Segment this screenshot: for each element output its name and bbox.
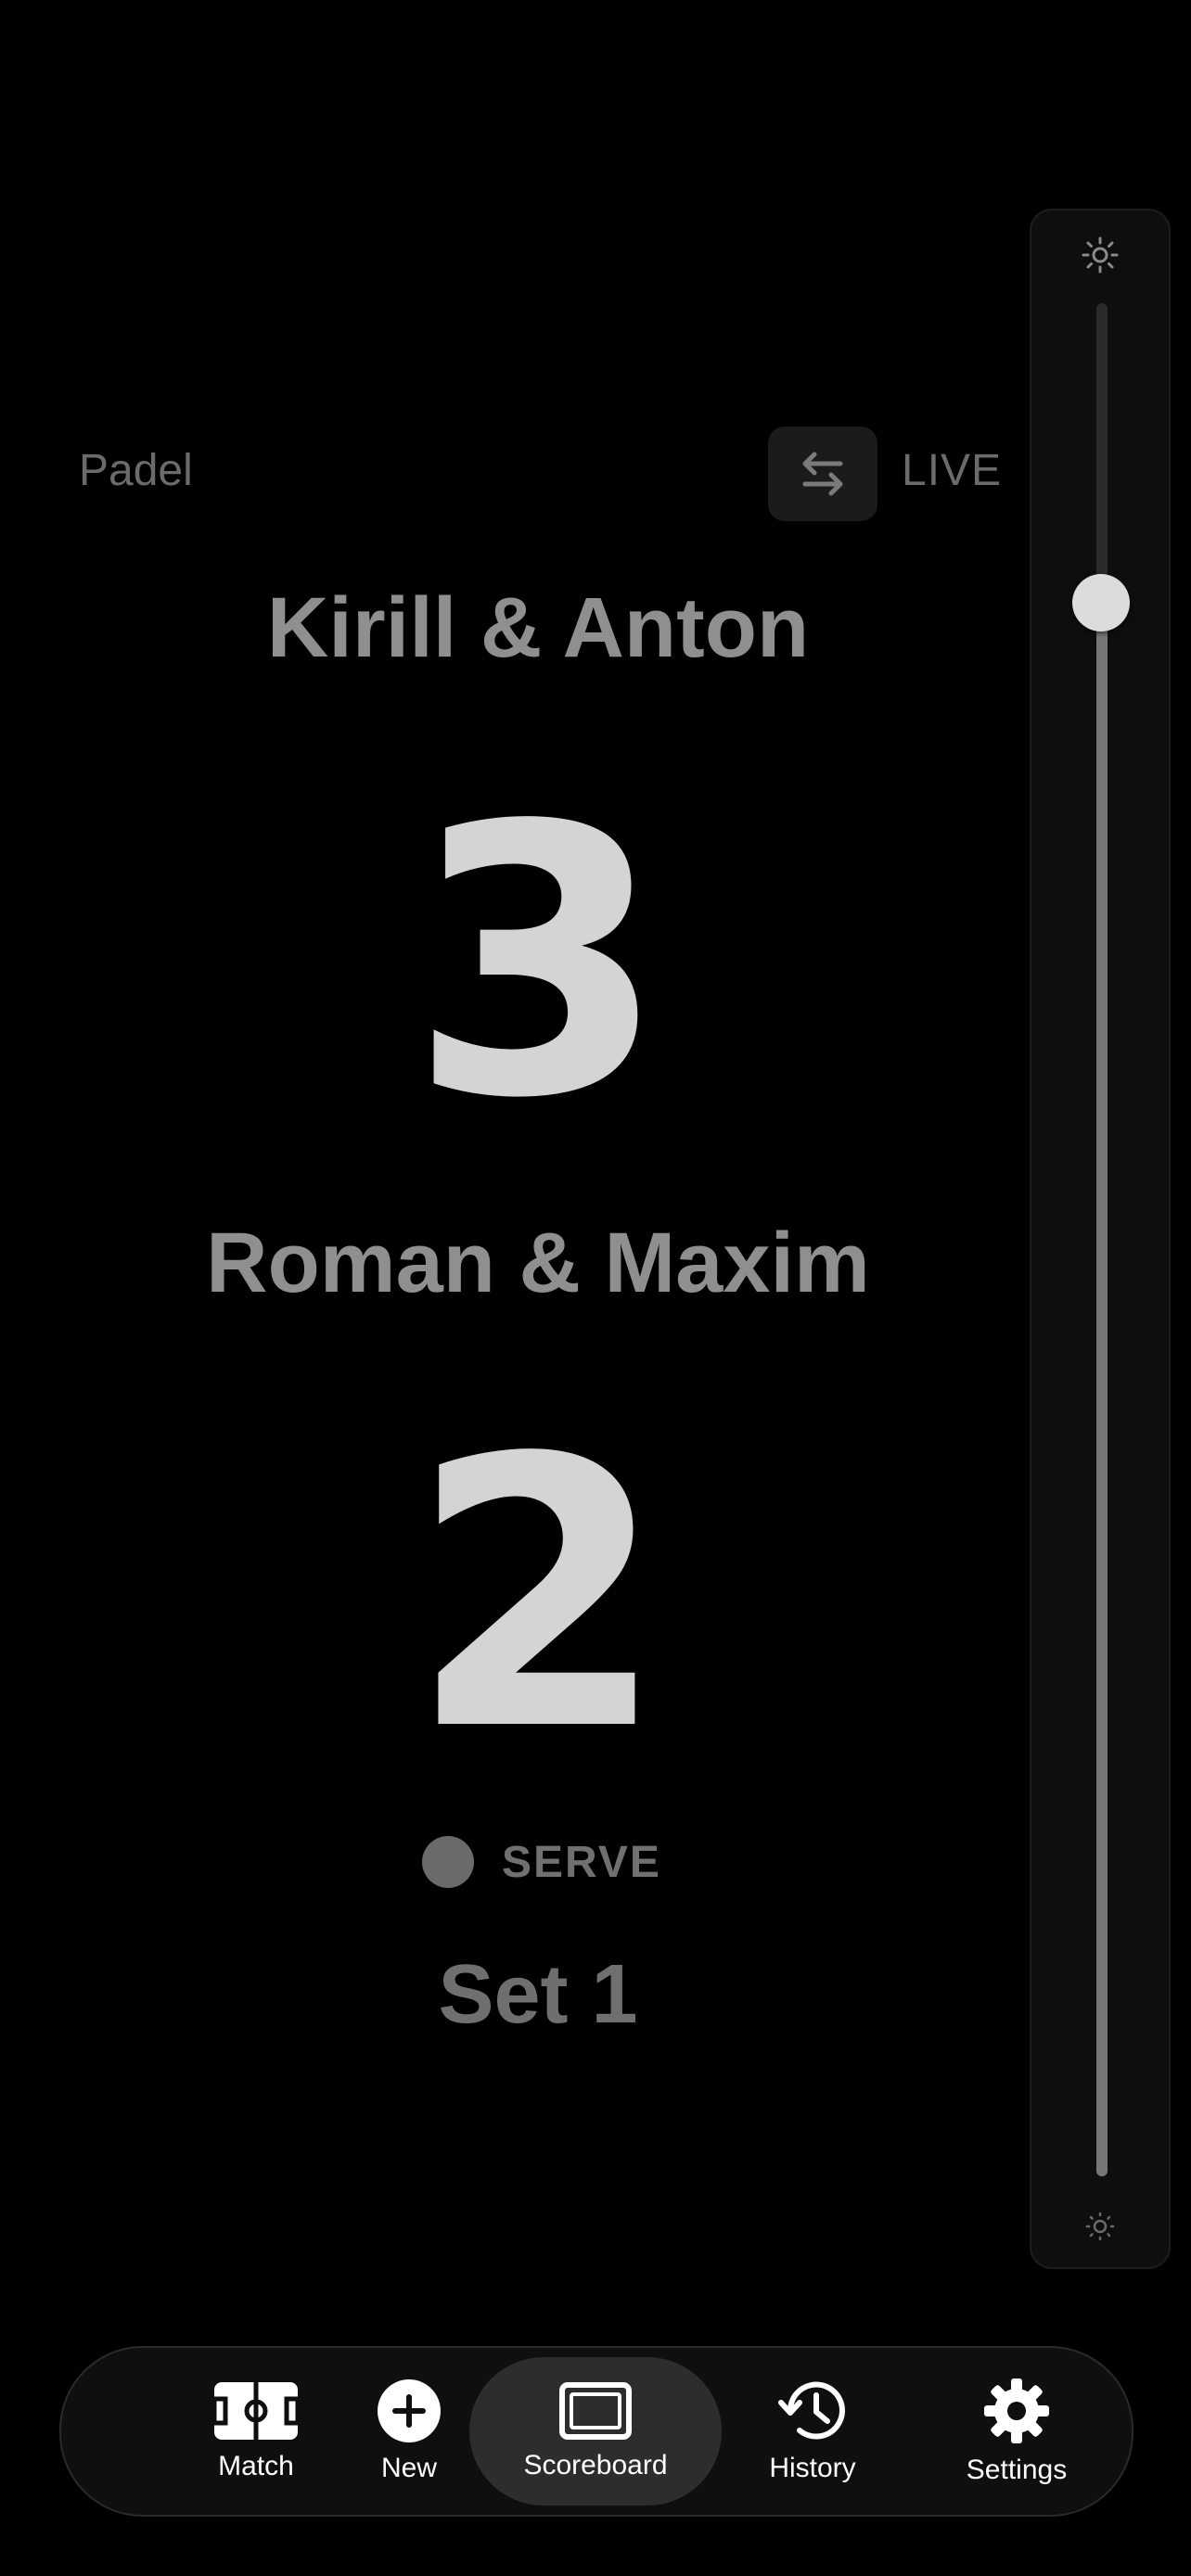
- serve-dot-icon: [422, 1836, 474, 1888]
- scoreboard-view: Padel LIVE Kirill & Anton 3 Roman & Maxi…: [0, 0, 1030, 2318]
- swap-arrows-icon: [802, 452, 843, 496]
- scoreboard-icon: [559, 2382, 632, 2440]
- history-icon: [778, 2381, 845, 2440]
- team-b-name: Roman & Maxim: [206, 1216, 870, 1310]
- brightness-slider[interactable]: [1030, 209, 1171, 2269]
- brightness-thumb[interactable]: [1072, 574, 1130, 631]
- brightness-fill: [1096, 603, 1108, 2176]
- court-icon: [212, 2382, 300, 2440]
- sun-dim-icon: [1085, 2212, 1115, 2241]
- set-label: Set 1: [438, 1948, 638, 2041]
- tab-settings-label: Settings: [966, 2455, 1068, 2485]
- tab-scoreboard-label: Scoreboard: [523, 2450, 668, 2480]
- gear-icon: [984, 2378, 1049, 2443]
- serve-indicator: SERVE: [422, 1836, 661, 1888]
- tab-settings[interactable]: Settings: [924, 2348, 1109, 2515]
- tab-match-label: Match: [218, 2451, 294, 2481]
- serve-label: SERVE: [502, 1837, 661, 1887]
- tab-new-label: New: [380, 2453, 437, 2483]
- plus-circle-icon: [378, 2379, 441, 2442]
- swap-sides-button[interactable]: [768, 427, 877, 521]
- team-a-name: Kirill & Anton: [266, 580, 810, 675]
- sport-label: Padel: [79, 446, 193, 495]
- tab-new[interactable]: New: [349, 2348, 469, 2515]
- tab-match[interactable]: Match: [135, 2348, 377, 2515]
- tab-scoreboard[interactable]: Scoreboard: [469, 2348, 722, 2515]
- tab-history[interactable]: History: [729, 2348, 896, 2515]
- sun-bright-icon: [1082, 236, 1119, 274]
- team-a-score[interactable]: 3: [0, 779, 1076, 1150]
- tab-history-label: History: [769, 2453, 856, 2483]
- team-b-score[interactable]: 2: [0, 1411, 1076, 1782]
- tab-bar: Match New Scoreboard History Settings: [59, 2346, 1133, 2517]
- live-badge: LIVE: [902, 446, 1003, 495]
